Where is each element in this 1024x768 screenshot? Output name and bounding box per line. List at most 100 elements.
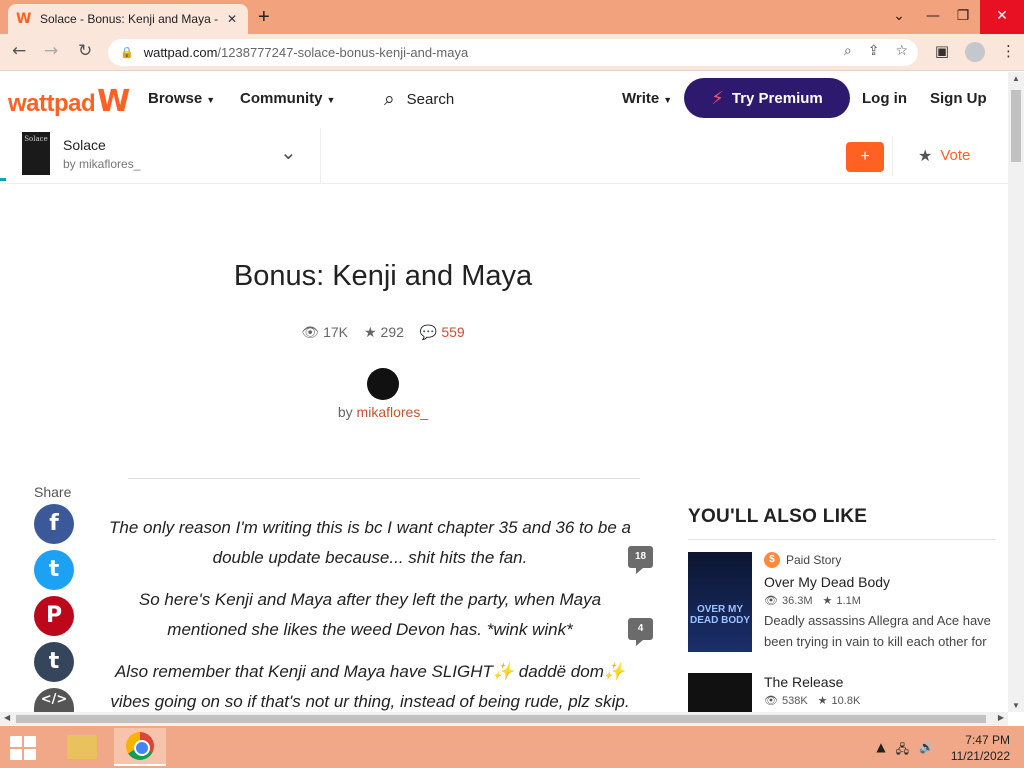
paid-label: Paid Story xyxy=(786,553,842,567)
eye-icon: 👁 xyxy=(764,594,778,607)
comments-count: 559 xyxy=(441,324,465,340)
new-tab-button[interactable]: + xyxy=(258,6,270,29)
browser-titlebar: W Solace - Bonus: Kenji and Maya - ✕ + ⌄… xyxy=(0,0,1024,34)
network-icon[interactable]: 🖧 xyxy=(896,740,909,761)
community-label: Community xyxy=(240,90,323,107)
wattpad-logo[interactable]: wattpadW xyxy=(8,84,130,119)
logo-text: wattpad xyxy=(8,90,96,117)
recommendation-stats: 👁 36.3M ★ 1.1M xyxy=(764,594,861,607)
login-link[interactable]: Log in xyxy=(862,90,907,107)
add-to-library-button[interactable]: + xyxy=(846,142,884,172)
chrome-taskbar-button[interactable] xyxy=(114,728,166,766)
facebook-share-icon[interactable]: f xyxy=(34,504,74,544)
reading-progress-bar xyxy=(0,178,6,181)
tray-overflow-icon[interactable]: ▲ xyxy=(876,740,885,761)
comments-stat[interactable]: 💬 559 xyxy=(420,324,465,341)
vertical-scrollbar[interactable]: ▲ ▼ xyxy=(1008,72,1024,712)
premium-label: Try Premium xyxy=(731,89,823,107)
lightning-icon: ⚡ xyxy=(711,87,724,109)
story-paragraph: The only reason I'm writing this is bc I… xyxy=(108,518,632,567)
community-menu[interactable]: Community ▼ xyxy=(240,90,335,107)
search-label: Search xyxy=(406,90,455,108)
zoom-search-icon[interactable]: ⌕ xyxy=(844,43,852,59)
reads-count: 36.3M xyxy=(781,595,813,607)
story-author[interactable]: by mikaflores_ xyxy=(63,157,140,171)
caret-down-icon: ▼ xyxy=(206,95,216,105)
browser-tab[interactable]: W Solace - Bonus: Kenji and Maya - ✕ xyxy=(8,4,248,34)
recommendation-cover[interactable] xyxy=(688,673,752,712)
windows-start-icon[interactable] xyxy=(10,736,36,760)
reload-icon[interactable]: ↻ xyxy=(78,41,92,61)
votes-count: 1.1M xyxy=(836,595,861,607)
paragraph-comment-button[interactable]: 18 xyxy=(628,546,653,574)
recommendation-cover[interactable]: OVER MY DEAD BODY xyxy=(688,552,752,652)
chrome-menu-icon[interactable]: ⋮ xyxy=(1001,42,1016,62)
file-explorer-taskbar-button[interactable] xyxy=(56,728,108,766)
divider xyxy=(320,128,321,184)
clock-time: 7:47 PM xyxy=(965,733,1010,747)
url-bar[interactable]: 🔒 wattpad.com/1238777247-solace-bonus-ke… xyxy=(108,39,918,66)
scrollbar-thumb[interactable] xyxy=(16,715,986,723)
tab-close-icon[interactable]: ✕ xyxy=(224,12,240,26)
try-premium-button[interactable]: ⚡ Try Premium xyxy=(684,78,850,118)
votes-stat: ★ 292 xyxy=(364,324,404,341)
recommendation-title[interactable]: The Release xyxy=(764,674,843,690)
back-arrow-icon[interactable]: ← xyxy=(12,41,26,61)
scroll-left-icon[interactable]: ◀ xyxy=(4,713,10,722)
scroll-up-icon[interactable]: ▲ xyxy=(1012,74,1020,83)
chrome-icon xyxy=(126,732,154,760)
reads-stat: 👁 538K xyxy=(764,694,808,707)
tab-title: Solace - Bonus: Kenji and Maya - xyxy=(40,12,219,26)
recommendation-title[interactable]: Over My Dead Body xyxy=(764,574,890,590)
author-avatar[interactable] xyxy=(367,368,399,400)
votes-count: 292 xyxy=(380,324,404,340)
browse-label: Browse xyxy=(148,90,203,107)
divider xyxy=(128,478,640,479)
tab-search-chevron-icon[interactable]: ⌄ xyxy=(882,0,916,34)
twitter-share-icon[interactable]: t xyxy=(34,550,74,590)
votes-count: 10.8K xyxy=(831,695,861,707)
vote-button[interactable]: ★ Vote xyxy=(918,146,970,165)
by-label: by xyxy=(337,404,353,420)
window-close-button[interactable]: ✕ xyxy=(980,0,1024,34)
author-link[interactable]: mikaflores_ xyxy=(357,404,429,420)
restore-button[interactable]: ❐ xyxy=(946,0,980,34)
browse-menu[interactable]: Browse ▼ xyxy=(148,90,215,107)
eye-icon: 👁 xyxy=(301,325,320,341)
chevron-down-icon[interactable]: ⌄ xyxy=(280,140,297,164)
profile-avatar-icon[interactable] xyxy=(965,42,985,62)
horizontal-scrollbar[interactable]: ◀ ▶ xyxy=(0,712,1008,726)
pinterest-share-icon[interactable]: P xyxy=(34,596,74,636)
wattpad-w-icon: W xyxy=(97,84,130,119)
votes-stat: ★ 10.8K xyxy=(818,694,861,707)
forward-arrow-icon[interactable]: → xyxy=(44,41,58,61)
side-panel-icon[interactable]: ▣ xyxy=(935,42,949,62)
reads-stat: 👁 36.3M xyxy=(764,594,813,607)
tumblr-share-icon[interactable]: t xyxy=(34,642,74,682)
share-icon[interactable]: ⇪ xyxy=(868,43,880,59)
reads-stat: 👁 17K xyxy=(301,324,348,341)
paragraph-comment-button[interactable]: 4 xyxy=(628,618,653,646)
scrollbar-thumb[interactable] xyxy=(1011,90,1021,162)
bookmark-star-icon[interactable]: ☆ xyxy=(895,43,908,59)
share-label: Share xyxy=(34,484,72,500)
embed-share-icon[interactable]: </> xyxy=(34,688,74,712)
url-path: /1238777247-solace-bonus-kenji-and-maya xyxy=(217,45,469,60)
system-tray: ▲ 🖧 🔊 xyxy=(876,740,934,761)
caret-down-icon: ▼ xyxy=(663,95,673,105)
scroll-down-icon[interactable]: ▼ xyxy=(1012,701,1020,710)
votes-stat: ★ 1.1M xyxy=(823,594,861,607)
clock[interactable]: 7:47 PM 11/21/2022 xyxy=(951,732,1010,764)
search-button[interactable]: ⌕ Search xyxy=(384,88,454,110)
scroll-right-icon[interactable]: ▶ xyxy=(998,713,1004,722)
recommendation-stats: 👁 538K ★ 10.8K xyxy=(764,694,860,707)
volume-icon[interactable]: 🔊 xyxy=(919,740,934,761)
story-title[interactable]: Solace xyxy=(63,137,106,153)
signup-link[interactable]: Sign Up xyxy=(930,90,987,107)
write-menu[interactable]: Write ▼ xyxy=(622,90,672,107)
minimize-button[interactable]: — xyxy=(916,0,950,34)
url-domain: wattpad.com xyxy=(143,45,218,60)
vote-label: Vote xyxy=(940,147,971,164)
cover-title: OVER MY DEAD BODY xyxy=(689,604,750,626)
story-cover-thumbnail[interactable]: Solace xyxy=(22,132,50,175)
